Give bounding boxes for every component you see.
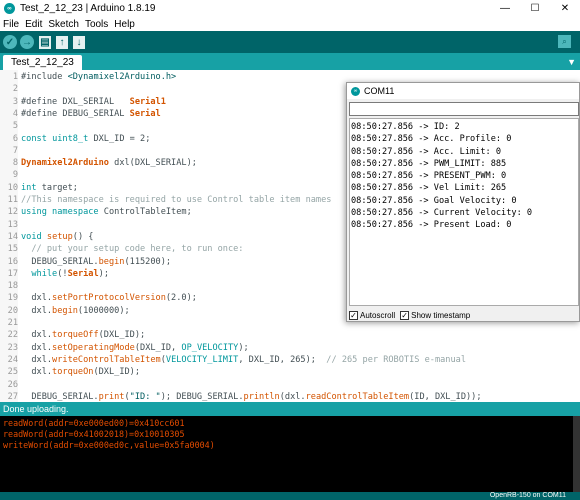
tab-bar: Test_2_12_23 ▼ xyxy=(0,53,580,70)
line-number: 20 xyxy=(7,305,18,316)
menu-tools[interactable]: Tools xyxy=(85,19,108,30)
serial-output-line: 08:50:27.856 -> Present Load: 0 xyxy=(351,220,512,231)
tab-menu-icon[interactable]: ▼ xyxy=(567,57,576,67)
maximize-button[interactable]: ☐ xyxy=(520,0,550,17)
code-text: dxl.torqueOn(DXL_ID); xyxy=(21,367,141,378)
line-number: 7 xyxy=(12,145,18,156)
code-text: void setup() { xyxy=(21,231,94,242)
serial-output-line: 08:50:27.856 -> Current Velocity: 0 xyxy=(351,208,533,219)
console-line: readWord(addr=0x41002018)=0x10010305 xyxy=(3,429,185,439)
code-text: #include <Dynamixel2Arduino.h> xyxy=(21,72,177,82)
line-number: 16 xyxy=(7,256,18,267)
open-sketch-button[interactable]: ↑ xyxy=(56,35,68,49)
serial-output-line: 08:50:27.856 -> ID: 2 xyxy=(351,122,460,132)
code-text: while(!Serial); xyxy=(31,268,109,279)
line-number: 10 xyxy=(7,182,18,193)
window-title: Test_2_12_23 | Arduino 1.8.19 xyxy=(20,3,156,14)
line-number: 4 xyxy=(12,108,18,119)
line-number: 14 xyxy=(7,231,18,242)
line-number: 6 xyxy=(12,133,18,144)
code-text: dxl.setPortProtocolVersion(2.0); xyxy=(21,293,197,304)
line-number: 19 xyxy=(7,293,18,304)
line-number: 11 xyxy=(7,195,18,205)
line-number: 22 xyxy=(7,330,18,341)
line-number: 1 xyxy=(12,72,18,82)
code-text: using namespace ControlTableItem; xyxy=(21,207,192,218)
code-text: #define DXL_SERIAL Serial1 xyxy=(21,96,166,107)
autoscroll-label: Autoscroll xyxy=(360,310,396,320)
close-button[interactable]: ✕ xyxy=(550,0,580,17)
arduino-logo-icon: ∞ xyxy=(351,86,360,96)
line-number: 25 xyxy=(7,367,18,378)
console-line: readWord(addr=0xe000ed00)=0x410cc601 xyxy=(3,418,185,428)
toolbar: ✓ → ▤ ↑ ↓ ⌕ xyxy=(0,31,580,53)
code-text: Dynamixel2Arduino dxl(DXL_SERIAL); xyxy=(21,158,197,169)
save-sketch-button[interactable]: ↓ xyxy=(73,35,85,49)
title-bar: ∞ Test_2_12_23 | Arduino 1.8.19 — ☐ ✕ xyxy=(0,0,580,17)
line-number: 3 xyxy=(12,96,18,107)
serial-output-line: 08:50:27.856 -> Acc. Limit: 0 xyxy=(351,146,502,157)
serial-options: ✓ Autoscroll ✓ Show timestamp xyxy=(349,308,579,322)
serial-output: 08:50:27.856 -> ID: 2 08:50:27.856 -> Acc… xyxy=(349,118,579,306)
board-port-status: OpenRB-150 on COM11 xyxy=(0,492,580,500)
line-number: 24 xyxy=(7,354,18,365)
serial-output-line: 08:50:27.856 -> Acc. Profile: 0 xyxy=(351,134,512,145)
menu-help[interactable]: Help xyxy=(114,19,135,30)
line-number: 18 xyxy=(7,281,18,292)
code-text: // put your setup code here, to run once… xyxy=(21,244,244,255)
console-line: writeWord(addr=0xe000ed0c,value=0x5fa000… xyxy=(3,440,215,450)
code-text: //This namespace is required to use Cont… xyxy=(21,195,332,205)
serial-output-line: 08:50:27.856 -> PRESENT_PWM: 0 xyxy=(351,171,507,182)
serial-output-line: 08:50:27.856 -> Vel Limit: 265 xyxy=(351,183,507,194)
line-number: 9 xyxy=(12,170,18,181)
serial-input-field[interactable] xyxy=(349,102,579,116)
minimize-button[interactable]: — xyxy=(490,0,520,17)
window-controls: — ☐ ✕ xyxy=(490,0,580,17)
menu-file[interactable]: File xyxy=(3,19,19,30)
menu-edit[interactable]: Edit xyxy=(25,19,42,30)
serial-monitor-icon[interactable]: ⌕ xyxy=(558,35,571,48)
new-sketch-button[interactable]: ▤ xyxy=(39,35,51,49)
status-message: Done uploading. xyxy=(0,402,580,416)
code-text: DEBUG_SERIAL.print("ID: "); DEBUG_SERIAL… xyxy=(21,391,482,402)
code-text: #define DEBUG_SERIAL Serial xyxy=(21,108,161,119)
line-number: 5 xyxy=(12,121,18,132)
line-number: 13 xyxy=(7,219,18,230)
line-number: 21 xyxy=(7,318,18,328)
code-text: DEBUG_SERIAL.begin(115200); xyxy=(21,256,172,267)
line-number: 23 xyxy=(7,342,18,353)
line-number: 17 xyxy=(7,268,18,279)
menu-bar: File Edit Sketch Tools Help xyxy=(0,17,580,31)
code-text: int target; xyxy=(21,182,78,193)
timestamp-option[interactable]: ✓ Show timestamp xyxy=(400,310,471,320)
code-text: dxl.torqueOff(DXL_ID); xyxy=(21,330,146,341)
console-scrollbar[interactable] xyxy=(573,416,580,492)
timestamp-checkbox[interactable]: ✓ xyxy=(400,310,410,320)
code-text: const uint8_t DXL_ID = 2; xyxy=(21,133,151,144)
timestamp-label: Show timestamp xyxy=(411,310,471,320)
tab-sketch[interactable]: Test_2_12_23 xyxy=(3,55,82,70)
serial-monitor-window: ∞ COM11 08:50:27.856 -> ID: 2 08:50:27.85… xyxy=(346,82,580,322)
code-text: dxl.writeControlTableItem(VELOCITY_LIMIT… xyxy=(21,354,466,365)
serial-monitor-title-bar: ∞ COM11 xyxy=(347,83,579,99)
code-text: dxl.begin(1000000); xyxy=(21,305,130,316)
menu-sketch[interactable]: Sketch xyxy=(48,19,79,30)
line-number: 8 xyxy=(12,158,18,169)
line-number: 27 xyxy=(7,391,18,402)
line-number: 26 xyxy=(7,379,18,390)
output-console: readWord(addr=0xe000ed00)=0x410cc601 rea… xyxy=(0,416,580,492)
upload-button[interactable]: → xyxy=(20,35,34,49)
serial-output-line: 08:50:27.856 -> Goal Velocity: 0 xyxy=(351,195,517,206)
line-number: 2 xyxy=(12,84,18,95)
verify-button[interactable]: ✓ xyxy=(3,35,17,49)
autoscroll-option[interactable]: ✓ Autoscroll xyxy=(349,310,396,320)
serial-monitor-title: COM11 xyxy=(364,86,395,96)
arduino-logo-icon: ∞ xyxy=(4,3,15,14)
line-number: 15 xyxy=(7,244,18,255)
autoscroll-checkbox[interactable]: ✓ xyxy=(349,310,358,320)
serial-output-line: 08:50:27.856 -> PWM_LIMIT: 885 xyxy=(351,158,507,169)
code-text: dxl.setOperatingMode(DXL_ID, OP_VELOCITY… xyxy=(21,342,249,353)
line-number: 12 xyxy=(7,207,18,218)
